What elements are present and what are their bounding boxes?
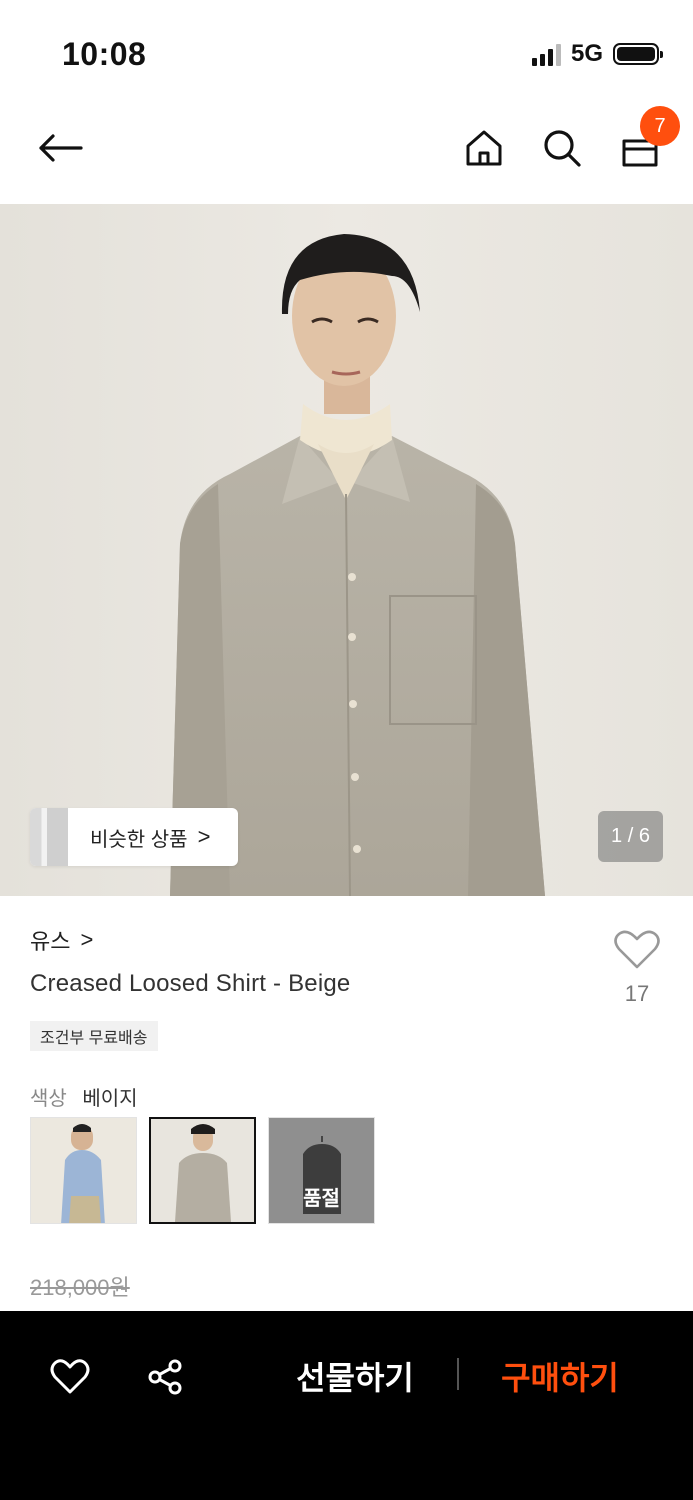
- share-icon: [148, 1359, 182, 1395]
- product-name: Creased Loosed Shirt - Beige: [30, 970, 351, 997]
- arrow-left-icon: [39, 134, 83, 162]
- swatch-blue-image: [31, 1118, 136, 1223]
- color-value: 베이지: [82, 1088, 138, 1110]
- signal-icon: [531, 42, 561, 66]
- status-indicators: 5G: [531, 40, 663, 68]
- buy-button[interactable]: 구매하기: [495, 1351, 625, 1401]
- wishlist-button[interactable]: [48, 1355, 92, 1399]
- color-swatch-charcoal[interactable]: 품절: [268, 1117, 375, 1224]
- color-swatches: 품절: [30, 1117, 375, 1224]
- shipping-badge: 조건부 무료배송: [30, 1021, 158, 1051]
- gift-button[interactable]: 선물하기: [290, 1351, 420, 1401]
- bottom-action-bar: 선물하기 구매하기: [0, 1311, 693, 1500]
- color-swatch-beige[interactable]: [149, 1117, 256, 1224]
- status-time: 10:08: [62, 36, 147, 72]
- chevron-right-icon: >: [197, 824, 211, 849]
- similar-items-button[interactable]: 비슷한 상품 >: [30, 808, 238, 866]
- home-icon: [466, 130, 502, 166]
- color-label: 색상: [30, 1088, 67, 1110]
- share-button[interactable]: [143, 1355, 187, 1399]
- cart-count-badge: 7: [640, 106, 680, 146]
- product-photo-illustration: [0, 204, 693, 896]
- color-swatch-blue[interactable]: [30, 1117, 137, 1224]
- heart-icon: [50, 1359, 90, 1394]
- like-count: 17: [624, 981, 650, 1006]
- cart-button[interactable]: 7: [614, 106, 680, 174]
- search-button[interactable]: [536, 122, 588, 174]
- original-price: 218,000원: [30, 1275, 130, 1300]
- back-button[interactable]: [34, 122, 86, 174]
- color-selection-label: 색상 베이지: [30, 1082, 138, 1111]
- product-image[interactable]: [0, 204, 693, 896]
- home-button[interactable]: [458, 122, 510, 174]
- similar-items-thumbnail: [30, 808, 68, 866]
- search-icon: [544, 130, 581, 167]
- top-nav: 7: [0, 100, 693, 204]
- like-button[interactable]: 17: [612, 930, 662, 1007]
- brand-name: 유스: [30, 929, 71, 954]
- swatch-beige-image: [151, 1119, 254, 1222]
- similar-items-label: 비슷한 상품: [90, 828, 188, 851]
- image-page-indicator: 1 / 6: [598, 811, 663, 862]
- status-bar: 10:08 5G: [0, 0, 693, 100]
- soldout-label: 품절: [303, 1188, 340, 1210]
- heart-icon: [614, 930, 660, 969]
- chevron-right-icon: >: [80, 927, 94, 952]
- divider: [457, 1358, 459, 1390]
- brand-link[interactable]: 유스 >: [30, 924, 93, 956]
- battery-icon: [613, 43, 663, 65]
- network-label: 5G: [570, 40, 603, 67]
